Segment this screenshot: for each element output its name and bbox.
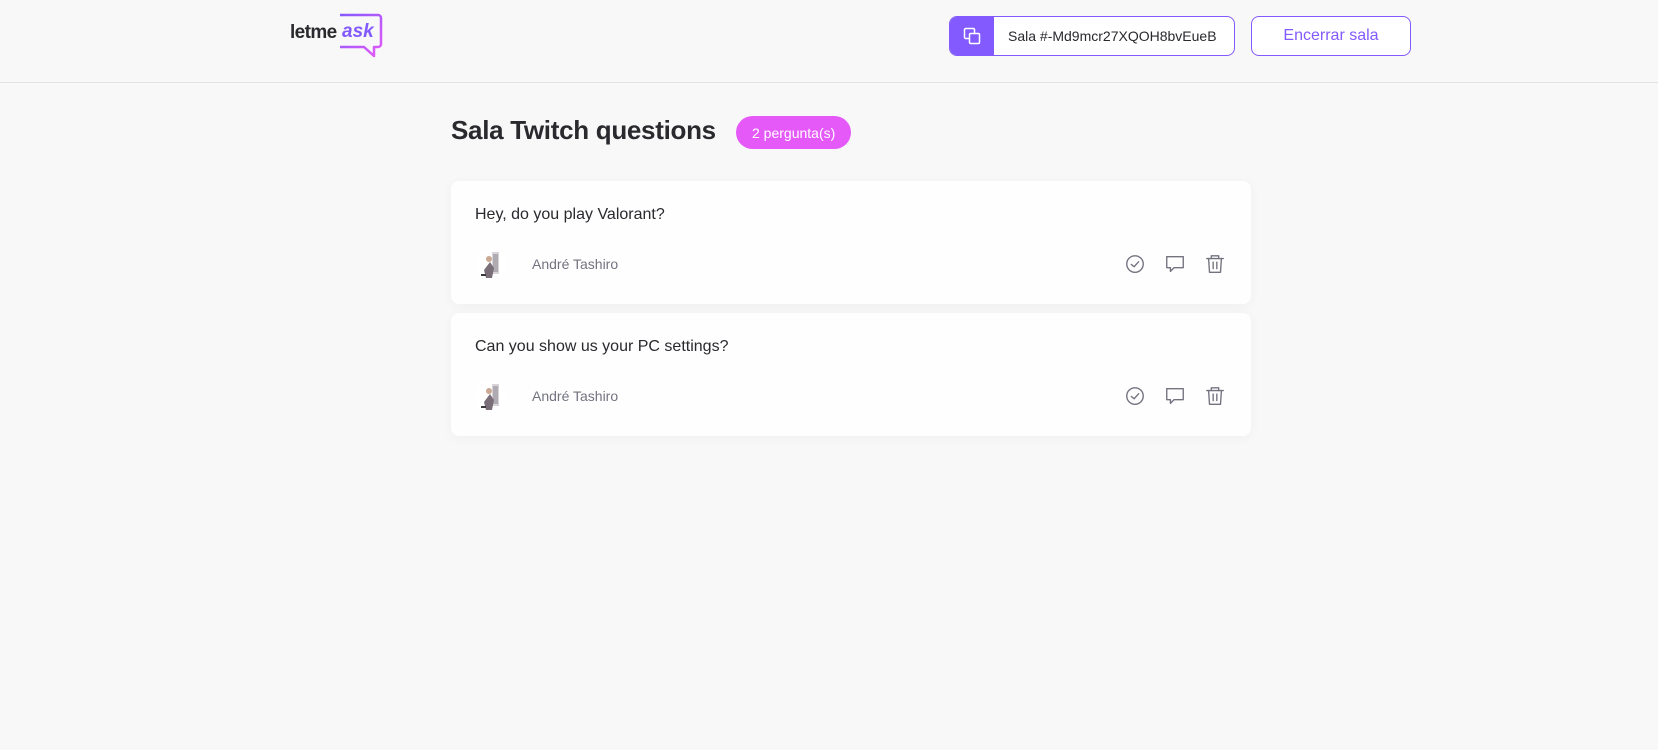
room-code-label: Sala #-Md9mcr27XQOH8bvEueB (1008, 28, 1217, 44)
author-name: André Tashiro (532, 388, 619, 404)
room-title: Sala Twitch questions (451, 115, 716, 145)
user-info: André Tashiro (475, 380, 618, 412)
logo-text-ask: ask (342, 21, 374, 42)
question-content: Can you show us your PC settings? (475, 338, 729, 355)
delete-icon (1206, 255, 1224, 273)
user-info: André Tashiro (475, 248, 618, 280)
avatar (475, 248, 507, 280)
question-footer: André Tashiro (475, 379, 1227, 413)
answer-icon (1166, 255, 1184, 273)
answer-question-button[interactable] (1163, 384, 1187, 408)
logo-text-letme: letme (290, 22, 337, 43)
check-icon (1126, 387, 1144, 405)
answer-icon (1166, 387, 1184, 405)
question-footer: André Tashiro (475, 247, 1227, 281)
check-icon (1126, 255, 1144, 273)
delete-question-button[interactable] (1203, 384, 1227, 408)
page-header: letme ask Sala #-Md9mcr27XQOH8bvEueB Enc… (0, 0, 1658, 83)
copy-room-code-button[interactable]: Sala #-Md9mcr27XQOH8bvEueB (949, 16, 1235, 56)
question-card: Can you show us your PC settings? André … (451, 313, 1251, 436)
question-actions (1123, 384, 1227, 408)
question-count-badge: 2 pergunta(s) (736, 116, 852, 149)
delete-question-button[interactable] (1203, 252, 1227, 276)
copy-icon (950, 17, 994, 55)
close-room-button[interactable]: Encerrar sala (1251, 16, 1411, 56)
question-actions (1123, 252, 1227, 276)
author-name: André Tashiro (532, 256, 619, 272)
delete-icon (1206, 387, 1224, 405)
answer-question-button[interactable] (1163, 252, 1187, 276)
letmeask-logo[interactable]: letme ask (290, 12, 390, 60)
avatar (475, 380, 507, 412)
question-card: Hey, do you play Valorant? André Tashiro (451, 181, 1251, 304)
check-question-button[interactable] (1123, 384, 1147, 408)
question-content: Hey, do you play Valorant? (475, 206, 665, 223)
check-question-button[interactable] (1123, 252, 1147, 276)
